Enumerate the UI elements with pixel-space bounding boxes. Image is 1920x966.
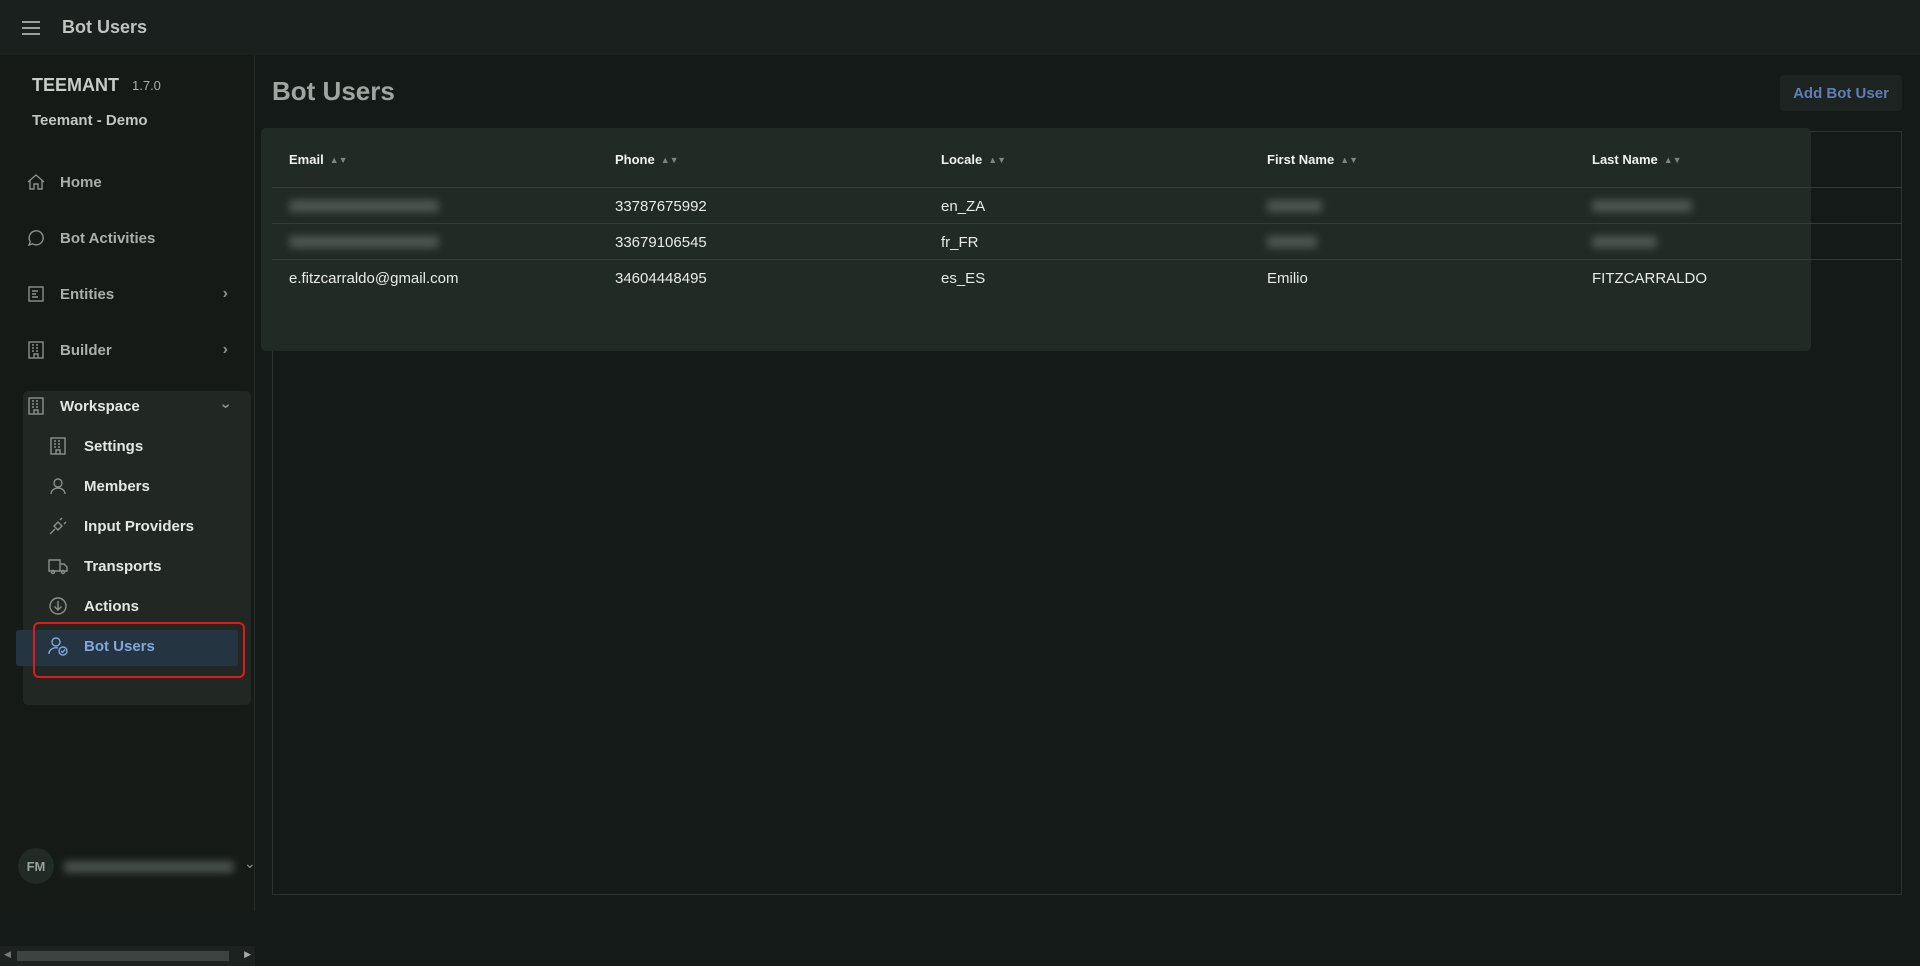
locale-cell: es_ES [941,270,986,287]
phone-cell: 33787675992 [615,198,707,215]
home-icon [27,174,45,190]
sort-icon: ▲▼ [660,155,679,165]
user-icon [50,478,66,495]
email-cell: e.fitzcarraldo@gmail.com [289,270,459,287]
sidebar-item-label: Bot Activities [60,229,156,247]
top-bar: Bot Users [0,0,1920,55]
table-row[interactable]: 33679106545 fr_FR [272,224,1902,260]
top-bar-title: Bot Users [62,17,148,37]
first-name-cell: Emilio [1267,270,1308,287]
truck-icon [48,559,68,575]
plug-icon [49,517,67,535]
sidebar-item-input-providers[interactable]: Input Providers [48,516,194,536]
table-row[interactable]: 33787675992 en_ZA [272,188,1902,224]
whatsapp-icon [27,230,44,247]
table-row[interactable]: e.fitzcarraldo@gmail.com 34604448495 es_… [272,260,1902,296]
chevron-down-icon: › [217,403,235,409]
phone-cell: 34604448495 [615,270,707,287]
column-header-locale[interactable]: Locale ▲▼ [941,152,1006,167]
column-header-first-name[interactable]: First Name ▲▼ [1267,152,1358,167]
sidebar-item-label: Workspace [60,397,140,415]
first-name-redacted [1267,236,1317,248]
horizontal-scrollbar[interactable]: ◀ ▶ [0,946,255,966]
sidebar-item-label: Home [60,173,102,191]
add-bot-user-button[interactable]: Add Bot User [1780,75,1902,111]
sidebar-item-label: Entities [60,285,115,303]
scroll-left-icon[interactable]: ◀ [4,949,11,960]
first-name-redacted [1267,200,1322,212]
document-icon [28,286,44,302]
last-name-redacted [1592,236,1657,248]
email-redacted [289,236,439,248]
highlight-outline [33,622,245,678]
building-icon [28,397,44,415]
locale-cell: en_ZA [941,198,986,215]
chevron-right-icon: › [222,285,228,302]
sidebar-item-transports[interactable]: Transports [48,556,162,576]
sidebar-item-label: Transports [84,557,162,575]
arrow-down-circle-icon [49,597,67,615]
locale-cell: fr_FR [941,234,979,251]
last-name-cell: FITZCARRALDO [1592,270,1708,287]
brand-name: TEEMANT [32,75,119,95]
building-icon [28,341,44,359]
email-redacted [289,200,439,212]
sidebar-item-builder[interactable]: Builder › [26,340,228,360]
sidebar: TEEMANT 1.7.0 Teemant - Demo Home Bot Ac… [0,55,256,966]
sort-icon: ▲▼ [1340,155,1359,165]
app-version: 1.7.0 [132,78,161,93]
scroll-right-icon[interactable]: ▶ [244,949,251,960]
sort-icon: ▲▼ [988,155,1007,165]
avatar[interactable]: FM [18,848,54,884]
sort-icon: ▲▼ [1663,155,1682,165]
sidebar-item-workspace[interactable]: Workspace › [26,396,234,416]
user-name-redacted [64,861,234,873]
phone-cell: 33679106545 [615,234,707,251]
hamburger-menu-icon[interactable] [22,20,40,35]
sort-icon: ▲▼ [329,155,348,165]
sidebar-item-label: Input Providers [84,517,195,535]
table-header-row: Email ▲▼ Phone ▲▼ Locale ▲▼ First Name ▲▼ La… [272,131,1902,188]
sidebar-item-settings[interactable]: Settings [48,436,143,456]
sidebar-item-label: Members [84,477,150,495]
building-icon [50,437,66,455]
column-header-phone[interactable]: Phone ▲▼ [615,152,679,167]
sidebar-item-label: Settings [84,437,144,455]
sidebar-item-bot-activities[interactable]: Bot Activities [26,228,226,248]
column-header-email[interactable]: Email ▲▼ [289,152,348,167]
sidebar-item-actions[interactable]: Actions [48,596,139,616]
sidebar-item-members[interactable]: Members [48,476,150,496]
column-header-last-name[interactable]: Last Name ▲▼ [1592,152,1682,167]
page-title: Bot Users [272,76,395,106]
chevron-down-icon[interactable]: ⌄ [244,855,256,872]
sidebar-item-entities[interactable]: Entities › [26,284,228,304]
organization-name[interactable]: Teemant - Demo [32,112,148,129]
sidebar-item-label: Builder [60,341,112,359]
chevron-right-icon: › [222,341,228,358]
sidebar-item-label: Actions [84,597,140,615]
sidebar-item-home[interactable]: Home [26,172,226,192]
last-name-redacted [1592,200,1692,212]
